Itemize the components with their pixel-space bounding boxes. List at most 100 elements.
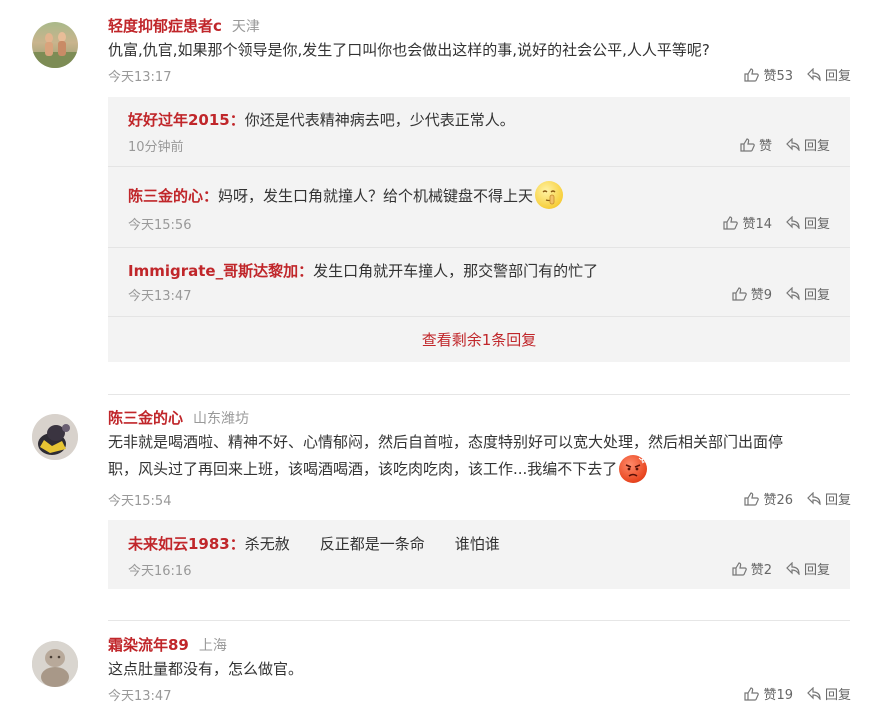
like-button[interactable]: 赞26 <box>744 489 793 508</box>
comment-text: 仇富,仇官,如果那个领导是你,发生了口叫你也会做出这样的事,说好的社会公平,人人… <box>108 41 710 59</box>
angry-emoji-face <box>626 457 646 477</box>
thumb-up-icon <box>740 137 755 152</box>
like-button[interactable]: 赞 <box>740 135 772 154</box>
reply-content: 未来如云1983：杀无赦 反正都是一条命 谁怕谁 <box>128 533 500 554</box>
reply-button[interactable]: 回复 <box>786 284 830 303</box>
comment-username[interactable]: 轻度抑郁症患者c 天津 <box>108 15 260 36</box>
reply-content: Immigrate_哥斯达黎加：发生口角就开车撞人，那交警部门有的忙了 <box>128 260 598 281</box>
thumb-up-icon <box>744 491 760 506</box>
thumb-up-icon <box>744 67 760 82</box>
reply-separator <box>108 316 850 317</box>
reply-arrow-icon <box>786 138 800 151</box>
comment-item: 陈三金的心 山东潍坊 无非就是喝酒啦、精神不好、心情郁闷，然后自首啦，态度特别好可… <box>0 395 885 620</box>
comment-username[interactable]: 霜染流年89 上海 <box>108 634 227 655</box>
comment-item: 霜染流年89 上海 这点肚量都没有，怎么做官。 今天13:47 赞19 回复 <box>0 621 885 713</box>
avatar[interactable] <box>32 22 78 68</box>
reply-label: 回复 <box>803 563 830 578</box>
reply-arrow-icon <box>786 216 800 229</box>
reply-text: 妈呀，发生口角就撞人？给个机械键盘不得上天 <box>218 186 534 205</box>
like-button[interactable]: 赞53 <box>744 65 793 84</box>
reply-actions: 赞 回复 <box>740 135 830 154</box>
reply-arrow-icon <box>807 687 821 700</box>
comment-item: 轻度抑郁症患者c 天津 仇富,仇官,如果那个领导是你,发生了口叫你也会做出这样的事… <box>0 0 885 395</box>
reply-username[interactable]: 陈三金的心： <box>128 185 218 206</box>
like-button[interactable]: 赞14 <box>723 213 772 232</box>
comment-time: 今天13:17 <box>108 70 172 85</box>
comment-text-line-2: 职，风头过了再回来上班，该喝酒喝酒，该吃肉吃肉，该工作...我编不下去了 <box>108 455 858 483</box>
reply-button[interactable]: 回复 <box>786 135 830 154</box>
thumb-up-icon <box>744 686 760 701</box>
shush-emoji-icon <box>535 181 564 209</box>
reply-item: Immigrate_哥斯达黎加：发生口角就开车撞人，那交警部门有的忙了 今天13… <box>108 248 850 316</box>
comment-actions: 赞26 回复 <box>744 489 851 508</box>
reply-button[interactable]: 回复 <box>786 559 830 578</box>
reply-label: 回复 <box>803 139 830 154</box>
avatar-photo <box>32 32 78 68</box>
reply-arrow-icon <box>786 562 800 575</box>
reply-time: 今天15:56 <box>128 218 192 233</box>
username-text[interactable]: 霜染流年89 <box>108 636 189 654</box>
comment-text: 这点肚量都没有，怎么做官。 <box>108 660 304 678</box>
reply-item: 好好过年2015：你还是代表精神病去吧，少代表正常人。 10分钟前 赞 回复 <box>108 97 850 166</box>
view-more-replies-link[interactable]: 查看剩余1条回复 <box>108 329 850 350</box>
comment-time: 今天15:54 <box>108 494 172 509</box>
reply-username[interactable]: 未来如云1983： <box>128 535 245 553</box>
thumb-up-icon <box>732 286 747 301</box>
reply-list: 好好过年2015：你还是代表精神病去吧，少代表正常人。 10分钟前 赞 回复 陈… <box>108 97 850 362</box>
reply-actions: 赞9 回复 <box>732 284 830 303</box>
reply-button[interactable]: 回复 <box>786 213 830 232</box>
reply-label: 回复 <box>803 288 830 303</box>
comment-location: 上海 <box>198 638 227 654</box>
reply-button[interactable]: 回复 <box>807 684 851 703</box>
reply-actions: 赞14 回复 <box>723 213 830 232</box>
reply-text: 杀无赦 反正都是一条命 谁怕谁 <box>244 535 500 553</box>
reply-item: 未来如云1983：杀无赦 反正都是一条命 谁怕谁 今天16:16 赞2 回复 <box>108 520 850 589</box>
comment-actions: 赞19 回复 <box>744 684 851 703</box>
reply-button[interactable]: 回复 <box>807 65 851 84</box>
username-text[interactable]: 陈三金的心 <box>108 409 183 427</box>
reply-username[interactable]: 好好过年2015： <box>128 111 245 129</box>
reply-arrow-icon <box>786 287 800 300</box>
avatar[interactable] <box>32 414 78 460</box>
shush-emoji-face <box>542 190 556 205</box>
reply-label: 回复 <box>824 688 851 703</box>
reply-item: 陈三金的心：妈呀，发生口角就撞人？给个机械键盘不得上天 今天15:56 赞14 <box>108 167 850 247</box>
comment-text-line: 职，风头过了再回来上班，该喝酒喝酒，该吃肉吃肉，该工作...我编不下去了 <box>108 460 618 478</box>
thumb-up-icon <box>732 561 747 576</box>
reply-label: 回复 <box>803 217 830 232</box>
comment-text: 无非就是喝酒啦、精神不好、心情郁闷，然后自首啦，态度特别好可以宽大处理，然后相关… <box>108 429 858 483</box>
reply-arrow-icon <box>807 68 821 81</box>
like-button[interactable]: 赞19 <box>744 684 793 703</box>
reply-arrow-icon <box>807 492 821 505</box>
angry-emoji-icon <box>619 455 648 483</box>
like-button[interactable]: 赞2 <box>732 559 772 578</box>
like-count: 赞26 <box>763 493 793 508</box>
reply-time: 今天16:16 <box>128 564 192 579</box>
reply-text: 你还是代表精神病去吧，少代表正常人。 <box>244 111 515 129</box>
like-button[interactable]: 赞9 <box>732 284 772 303</box>
username-text[interactable]: 轻度抑郁症患者c <box>108 17 222 35</box>
like-count: 赞9 <box>750 288 772 303</box>
avatar[interactable] <box>32 641 78 687</box>
like-count: 赞14 <box>742 217 772 232</box>
reply-text: 发生口角就开车撞人，那交警部门有的忙了 <box>313 262 599 280</box>
reply-content: 好好过年2015：你还是代表精神病去吧，少代表正常人。 <box>128 109 515 130</box>
like-count: 赞 <box>758 139 772 154</box>
reply-content: 陈三金的心： 妈呀，发生口角就撞人？给个机械键盘不得上天 <box>128 181 564 209</box>
comment-text-line: 无非就是喝酒啦、精神不好、心情郁闷，然后自首啦，态度特别好可以宽大处理，然后相关… <box>108 433 784 451</box>
avatar-photo <box>32 414 78 460</box>
reply-time: 10分钟前 <box>128 140 184 155</box>
like-count: 赞19 <box>763 688 793 703</box>
like-count: 赞53 <box>763 69 793 84</box>
avatar-photo <box>32 641 78 687</box>
comment-username[interactable]: 陈三金的心 山东潍坊 <box>108 407 249 428</box>
like-count: 赞2 <box>750 563 772 578</box>
reply-list: 未来如云1983：杀无赦 反正都是一条命 谁怕谁 今天16:16 赞2 回复 <box>108 520 850 589</box>
reply-label: 回复 <box>824 69 851 84</box>
reply-button[interactable]: 回复 <box>807 489 851 508</box>
reply-username[interactable]: Immigrate_哥斯达黎加： <box>128 262 313 280</box>
comment-location: 山东潍坊 <box>193 411 250 427</box>
reply-actions: 赞2 回复 <box>732 559 830 578</box>
reply-time: 今天13:47 <box>128 289 192 304</box>
reply-label: 回复 <box>824 493 851 508</box>
